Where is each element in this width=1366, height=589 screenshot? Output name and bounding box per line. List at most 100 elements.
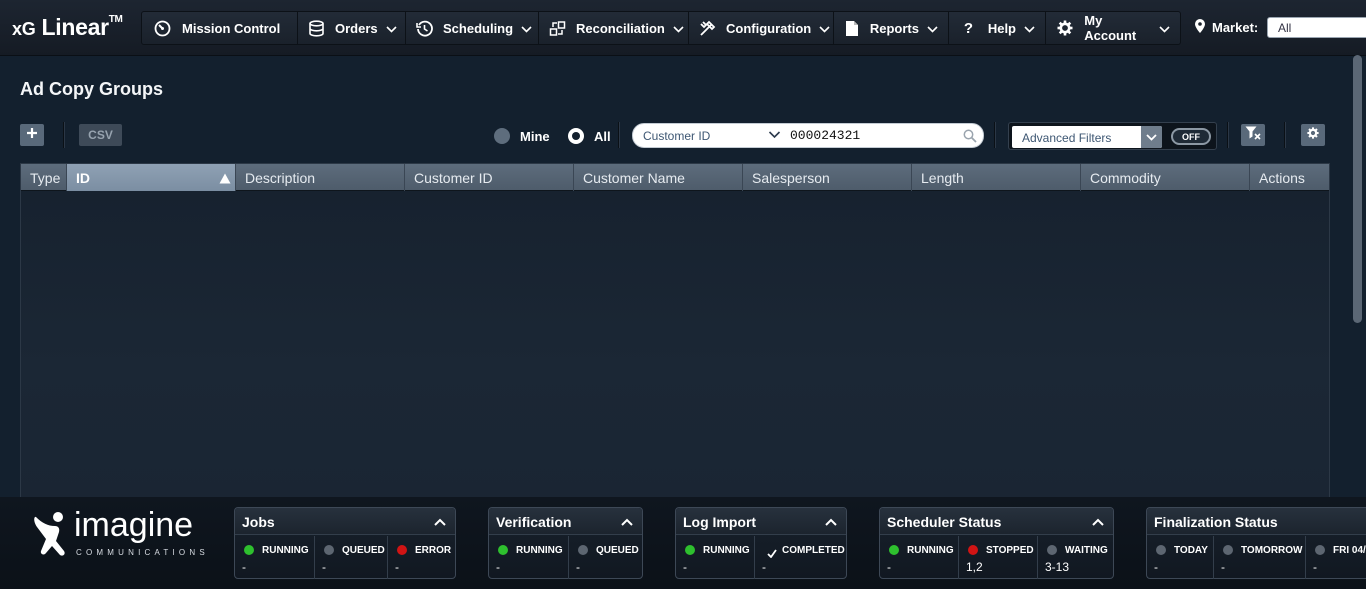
all-radio[interactable]	[568, 128, 584, 144]
question-icon: ?	[963, 19, 973, 37]
status-cell[interactable]: RUNNING -	[489, 536, 569, 579]
panel-title-text: Jobs	[242, 514, 275, 530]
panel-title: Finalization Status	[1147, 508, 1366, 535]
nav-orders[interactable]: Orders	[298, 11, 406, 45]
panel-title-text: Scheduler Status	[887, 514, 1002, 530]
panel-title: Jobs	[235, 508, 455, 535]
csv-export-button[interactable]: CSV	[79, 124, 122, 146]
status-dot	[1047, 545, 1057, 555]
status-cell[interactable]: TODAY -	[1147, 536, 1214, 579]
market-select[interactable]: All	[1267, 17, 1366, 38]
nav-label: Reconciliation	[576, 20, 665, 36]
nav-my-account[interactable]: My Account	[1046, 11, 1181, 45]
column-header-commodity[interactable]: Commodity	[1081, 164, 1250, 191]
top-navigation-bar: xG LinearTM Mission Control Orders Sched…	[0, 0, 1366, 56]
status-label: STOPPED	[986, 545, 1034, 556]
column-header-salesperson[interactable]: Salesperson	[743, 164, 912, 191]
status-cell[interactable]: FRI 04/ -	[1306, 536, 1366, 579]
chevron-down-icon[interactable]	[768, 128, 781, 146]
search-input[interactable]: 000024321	[790, 128, 860, 143]
logo-wordmark: imagine	[74, 506, 194, 544]
column-header-description[interactable]: Description	[236, 164, 405, 191]
nav-label: Orders	[335, 20, 378, 36]
status-label: RUNNING	[703, 545, 750, 556]
status-label: RUNNING	[516, 545, 563, 556]
chevron-down-icon	[386, 21, 397, 36]
panel-title: Verification	[489, 508, 642, 535]
status-cell[interactable]: RUNNING -	[676, 536, 755, 579]
panel-title: Log Import	[676, 508, 846, 535]
toolbar-divider	[1284, 122, 1285, 148]
column-header-customer-name[interactable]: Customer Name	[574, 164, 743, 191]
column-header-type[interactable]: Type	[21, 164, 67, 191]
status-cell[interactable]: QUEUED -	[569, 536, 642, 579]
logo-subtitle: COMMUNICATIONS	[76, 548, 209, 557]
nav-reports[interactable]: Reports	[834, 11, 949, 45]
status-dot	[1223, 545, 1233, 555]
nav-label: Help	[987, 20, 1016, 36]
search-type-select[interactable]: Customer ID	[643, 129, 710, 143]
nav-reconciliation[interactable]: Reconciliation	[539, 11, 689, 45]
imagine-logo-figure-icon	[30, 509, 72, 566]
toolbar-divider	[994, 122, 995, 148]
status-dot	[1156, 545, 1166, 555]
column-header-customer-id[interactable]: Customer ID	[405, 164, 574, 191]
nav-label: Reports	[869, 20, 919, 36]
map-pin-icon	[1195, 19, 1205, 36]
status-cell[interactable]: RUNNING -	[235, 536, 315, 579]
nav-help[interactable]: ? Help	[949, 11, 1046, 45]
plus-icon	[26, 126, 38, 144]
status-cell[interactable]: ERROR -	[388, 536, 455, 579]
advanced-filters-select[interactable]: Advanced Filters	[1012, 126, 1162, 148]
nav-label: Scheduling	[443, 20, 514, 36]
nav-mission-control[interactable]: Mission Control	[141, 11, 298, 45]
status-dot	[397, 545, 407, 555]
nav-label: My Account	[1084, 13, 1137, 43]
status-value: -	[683, 560, 687, 574]
table-header: Type ID Description Customer ID Customer…	[21, 164, 1329, 191]
status-cell[interactable]: WAITING 3-13	[1038, 536, 1113, 579]
settings-button[interactable]	[1301, 124, 1325, 146]
clear-filters-button[interactable]	[1241, 124, 1265, 146]
nav-configuration[interactable]: Configuration	[689, 11, 834, 45]
all-radio-label[interactable]: All	[594, 129, 611, 144]
dashboard-icon	[152, 20, 172, 37]
chevron-down-icon	[1159, 21, 1170, 36]
add-button[interactable]	[20, 124, 44, 146]
advanced-filters-toggle[interactable]: OFF	[1171, 128, 1211, 145]
status-cell[interactable]: QUEUED -	[315, 536, 388, 579]
nav-label: Mission Control	[182, 20, 281, 36]
status-cell[interactable]: TOMORROW -	[1214, 536, 1306, 579]
column-header-length[interactable]: Length	[912, 164, 1081, 191]
status-cell[interactable]: STOPPED 1,2	[959, 536, 1038, 579]
mine-radio[interactable]	[494, 128, 510, 144]
brand-main: Linear	[41, 14, 110, 40]
nav-scheduling[interactable]: Scheduling	[406, 11, 539, 45]
status-value: -	[1221, 560, 1225, 574]
search-field[interactable]: Customer ID 000024321	[632, 123, 984, 148]
chevron-up-icon[interactable]	[434, 513, 446, 529]
checkmark-icon	[767, 545, 777, 563]
status-label: ERROR	[415, 545, 452, 556]
column-header-id[interactable]: ID	[67, 164, 236, 191]
status-label: WAITING	[1065, 545, 1108, 556]
toolbar-divider	[1227, 122, 1228, 148]
tools-icon	[699, 20, 716, 37]
status-value: 3-13	[1045, 560, 1070, 574]
chevron-up-icon[interactable]	[825, 513, 837, 529]
chevron-down-icon[interactable]	[1141, 126, 1162, 148]
status-cell[interactable]: RUNNING -	[880, 536, 959, 579]
page-scrollbar[interactable]	[1353, 55, 1362, 323]
search-icon[interactable]	[963, 129, 977, 148]
mine-radio-label[interactable]: Mine	[520, 129, 550, 144]
toolbar-divider	[618, 122, 619, 148]
panel-title-text: Log Import	[683, 514, 757, 530]
clock-icon	[416, 20, 433, 37]
chevron-up-icon[interactable]	[621, 513, 633, 529]
market-label-text: Market:	[1212, 20, 1259, 35]
status-cell[interactable]: COMPLETED -	[755, 536, 846, 579]
document-icon	[844, 20, 860, 37]
chevron-down-icon	[819, 21, 830, 36]
app-logo[interactable]: xG LinearTM	[12, 14, 123, 41]
chevron-up-icon[interactable]	[1092, 513, 1104, 529]
